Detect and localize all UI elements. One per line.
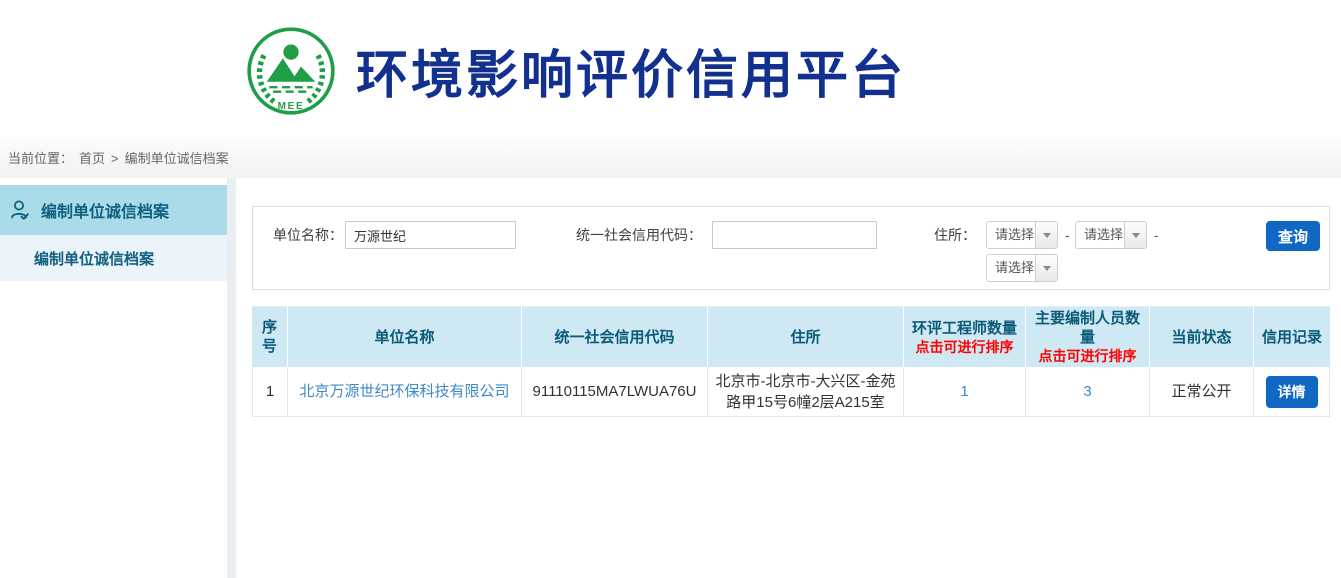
- sidebar-subitem-credit-archive[interactable]: 编制单位诚信档案: [0, 235, 227, 281]
- user-check-icon: [8, 198, 32, 222]
- district-select-arrow[interactable]: [1035, 255, 1057, 281]
- province-select-value: 请选择: [987, 222, 1035, 248]
- sidebar: 编制单位诚信档案 编制单位诚信档案: [0, 178, 227, 578]
- engineer-count-link[interactable]: 1: [960, 383, 968, 400]
- province-select[interactable]: 请选择: [986, 221, 1058, 249]
- cell-credit-code: 91110115MA7LWUA76U: [522, 367, 708, 417]
- col-header-credit-record: 信用记录: [1254, 306, 1330, 367]
- site-header: MEE 环境影响评价信用平台: [0, 0, 1341, 140]
- cell-status: 正常公开: [1150, 367, 1254, 417]
- col-header-credit-code: 统一社会信用代码: [522, 306, 708, 367]
- col-header-address: 住所: [708, 306, 904, 367]
- sidebar-divider: [227, 178, 236, 578]
- credit-code-input[interactable]: [712, 221, 877, 249]
- sidebar-item-label: 编制单位诚信档案: [41, 198, 169, 222]
- search-panel: 单位名称： 统一社会信用代码： 住所： 请选择 - 请选择 - 请选择 查询: [252, 206, 1330, 290]
- cell-staff-count: 3: [1026, 367, 1150, 417]
- breadcrumb-current: 编制单位诚信档案: [125, 151, 229, 166]
- province-select-arrow[interactable]: [1035, 222, 1057, 248]
- address-dash-1: -: [1065, 221, 1070, 249]
- sidebar-subitem-label: 编制单位诚信档案: [34, 248, 154, 269]
- cell-unit-name: 北京万源世纪环保科技有限公司: [288, 367, 522, 417]
- result-table: 序号 单位名称 统一社会信用代码 住所 环评工程师数量 点击可进行排序 主要编制…: [252, 306, 1330, 417]
- address-label: 住所：: [934, 221, 976, 249]
- city-select[interactable]: 请选择: [1075, 221, 1147, 249]
- mee-logo-icon: MEE: [246, 26, 336, 116]
- staff-sort-hint: 点击可进行排序: [1030, 347, 1145, 365]
- breadcrumb-home-link[interactable]: 首页: [79, 151, 105, 166]
- col-header-staff-count-sort[interactable]: 主要编制人员数量 点击可进行排序: [1026, 306, 1150, 367]
- cell-index: 1: [252, 367, 288, 417]
- engineer-sort-hint: 点击可进行排序: [908, 338, 1021, 356]
- cell-engineer-count: 1: [904, 367, 1026, 417]
- col-header-engineer-count-sort[interactable]: 环评工程师数量 点击可进行排序: [904, 306, 1026, 367]
- breadcrumb: 当前位置： 首页 > 编制单位诚信档案: [0, 140, 1341, 178]
- address-dash-2: -: [1154, 221, 1159, 249]
- credit-code-label: 统一社会信用代码：: [576, 221, 702, 249]
- chevron-down-icon: [1043, 266, 1051, 271]
- staff-count-title: 主要编制人员数量: [1035, 310, 1140, 346]
- unit-name-input[interactable]: [345, 221, 516, 249]
- detail-button[interactable]: 详情: [1266, 376, 1318, 408]
- cell-address: 北京市-北京市-大兴区-金苑路甲15号6幢2层A215室: [708, 367, 904, 417]
- engineer-count-title: 环评工程师数量: [912, 320, 1017, 337]
- svg-text:MEE: MEE: [278, 101, 305, 112]
- main-content: 单位名称： 统一社会信用代码： 住所： 请选择 - 请选择 - 请选择 查询: [236, 178, 1341, 578]
- district-select-value: 请选择: [987, 255, 1035, 281]
- chevron-down-icon: [1043, 233, 1051, 238]
- city-select-value: 请选择: [1076, 222, 1124, 248]
- unit-name-label: 单位名称：: [273, 221, 343, 249]
- unit-name-link[interactable]: 北京万源世纪环保科技有限公司: [299, 383, 509, 400]
- chevron-down-icon: [1132, 233, 1140, 238]
- breadcrumb-separator: >: [111, 151, 119, 166]
- staff-count-link[interactable]: 3: [1083, 383, 1091, 400]
- col-header-unit-name: 单位名称: [288, 306, 522, 367]
- cell-credit-record: 详情: [1254, 367, 1330, 417]
- table-header-row: 序号 单位名称 统一社会信用代码 住所 环评工程师数量 点击可进行排序 主要编制…: [252, 306, 1330, 367]
- page-title: 环境影响评价信用平台: [356, 33, 906, 108]
- col-header-index: 序号: [252, 306, 288, 367]
- table-row: 1 北京万源世纪环保科技有限公司 91110115MA7LWUA76U 北京市-…: [252, 367, 1330, 417]
- sidebar-item-credit-archive[interactable]: 编制单位诚信档案: [0, 185, 227, 235]
- district-select[interactable]: 请选择: [986, 254, 1058, 282]
- query-button[interactable]: 查询: [1266, 221, 1320, 251]
- city-select-arrow[interactable]: [1124, 222, 1146, 248]
- breadcrumb-prefix: 当前位置：: [8, 151, 73, 166]
- col-header-status: 当前状态: [1150, 306, 1254, 367]
